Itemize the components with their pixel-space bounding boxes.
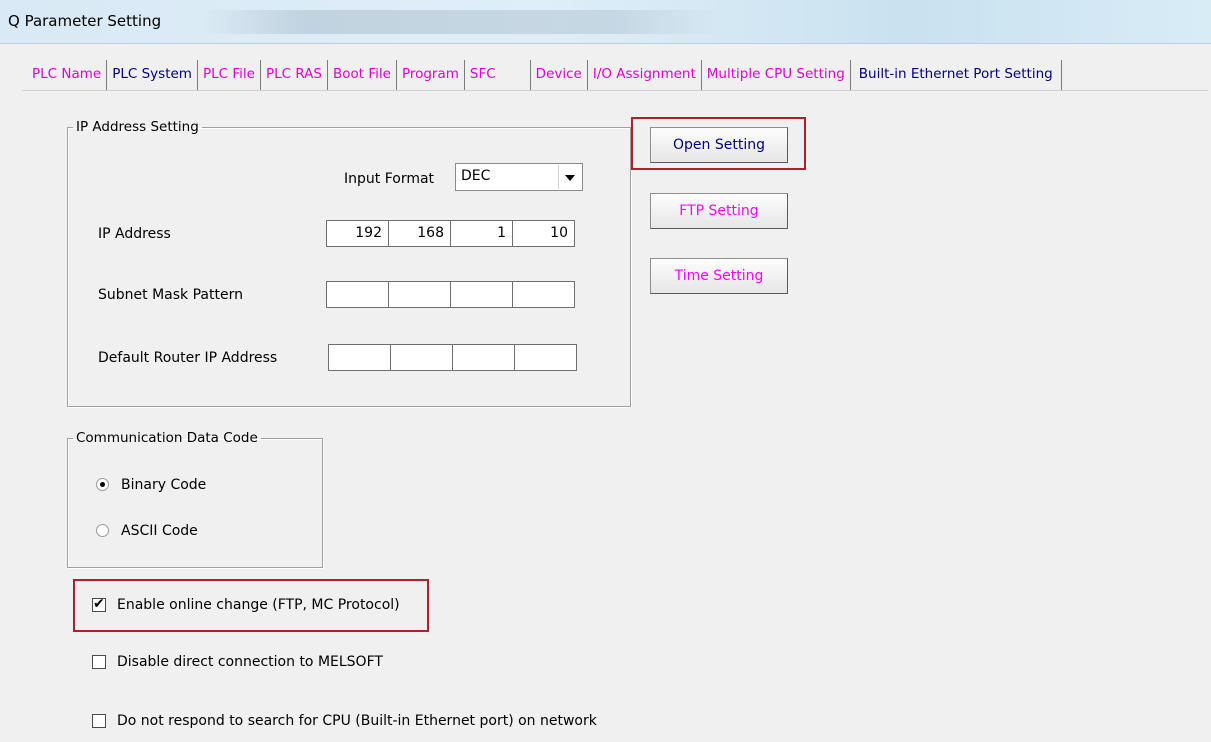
do-not-respond-label[interactable]: Do not respond to search for CPU (Built-… [117, 713, 597, 729]
ascii-code-radio[interactable] [96, 524, 109, 537]
subnet-mask-octet-3[interactable] [450, 281, 513, 308]
ip-address-octet-2[interactable]: 168 [388, 220, 451, 247]
checkmark-icon: ✔ [93, 596, 105, 612]
subnet-mask-octet-1[interactable] [326, 281, 389, 308]
tab-boot-file[interactable]: Boot File [328, 60, 397, 90]
binary-code-label[interactable]: Binary Code [121, 477, 206, 493]
subnet-mask-label: Subnet Mask Pattern [98, 287, 243, 303]
tab-plc-system[interactable]: PLC System [107, 60, 198, 90]
default-router-octet-4[interactable] [514, 344, 577, 371]
do-not-respond-checkbox[interactable] [92, 714, 106, 728]
default-router-octet-3[interactable] [452, 344, 515, 371]
tab-plc-name[interactable]: PLC Name [27, 60, 108, 90]
communication-data-code-legend: Communication Data Code [76, 430, 258, 446]
tab-plc-ras[interactable]: PLC RAS [261, 60, 328, 90]
ip-address-octet-3[interactable]: 1 [450, 220, 513, 247]
input-format-label: Input Format [344, 171, 435, 187]
tab-divider [22, 90, 1208, 91]
tab-device[interactable]: Device [531, 60, 588, 90]
enable-online-change-label[interactable]: Enable online change (FTP, MC Protocol) [117, 597, 400, 613]
input-format-value: DEC [461, 168, 491, 184]
chevron-down-icon[interactable] [558, 165, 581, 189]
disable-direct-connection-label[interactable]: Disable direct connection to MELSOFT [117, 654, 383, 670]
ip-address-octet-1[interactable]: 192 [326, 220, 389, 247]
tab-bar: PLC Name PLC System PLC File PLC RAS Boo… [27, 60, 1062, 90]
ip-address-field: 192 168 1 10 [326, 220, 575, 247]
window-title: Q Parameter Setting [8, 12, 162, 30]
binary-code-radio[interactable] [96, 478, 109, 491]
tab-program[interactable]: Program [397, 60, 465, 90]
tab-plc-file[interactable]: PLC File [198, 60, 261, 90]
subnet-mask-octet-4[interactable] [512, 281, 575, 308]
tab-multiple-cpu-setting[interactable]: Multiple CPU Setting [702, 60, 851, 90]
subnet-mask-octet-2[interactable] [388, 281, 451, 308]
default-router-label: Default Router IP Address [98, 350, 278, 366]
open-setting-button[interactable]: Open Setting [650, 127, 788, 163]
disable-direct-connection-checkbox[interactable] [92, 655, 106, 669]
default-router-octet-1[interactable] [328, 344, 391, 371]
ftp-setting-button[interactable]: FTP Setting [650, 193, 788, 229]
tab-sfc[interactable]: SFC [465, 60, 531, 90]
default-router-field [328, 344, 577, 371]
communication-data-code-group: Communication Data Code [67, 430, 323, 568]
enable-online-change-checkbox[interactable]: ✔ [92, 596, 106, 612]
ip-address-setting-legend: IP Address Setting [76, 119, 199, 135]
obscured-title-region [200, 10, 720, 34]
tab-io-assignment[interactable]: I/O Assignment [588, 60, 702, 90]
ip-address-label: IP Address [98, 226, 171, 242]
tab-built-in-ethernet-port-setting[interactable]: Built-in Ethernet Port Setting [850, 60, 1062, 90]
title-bar: Q Parameter Setting [0, 0, 1211, 44]
ascii-code-label[interactable]: ASCII Code [121, 523, 198, 539]
time-setting-button[interactable]: Time Setting [650, 258, 788, 294]
input-format-select[interactable]: DEC [455, 163, 583, 191]
subnet-mask-field [326, 281, 575, 308]
ip-address-octet-4[interactable]: 10 [512, 220, 575, 247]
default-router-octet-2[interactable] [390, 344, 453, 371]
